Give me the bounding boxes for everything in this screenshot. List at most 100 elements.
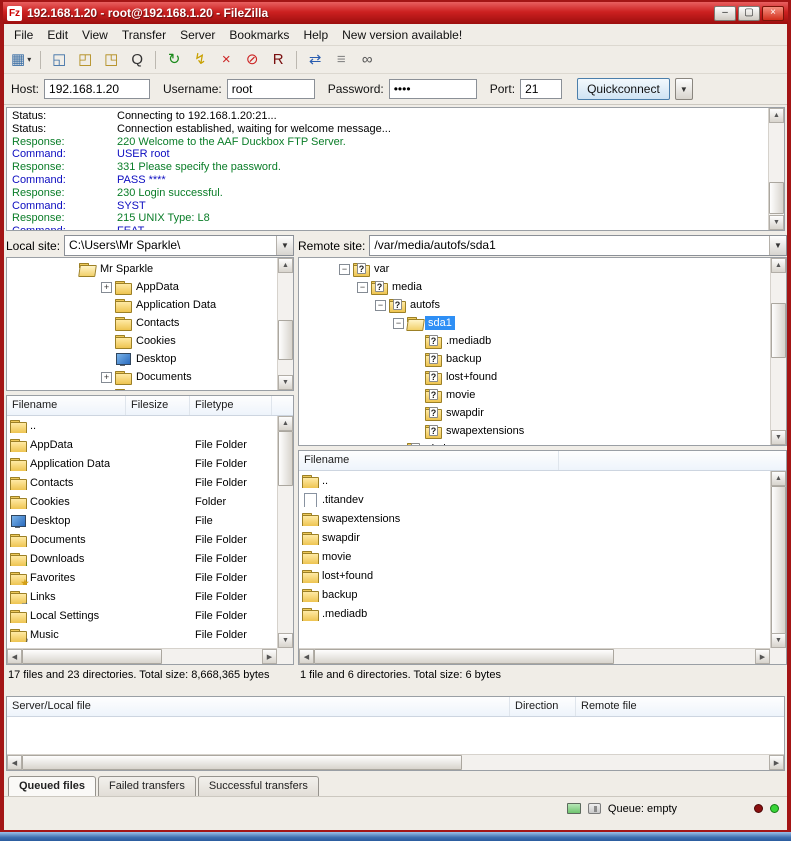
- menu-bookmarks[interactable]: Bookmarks: [222, 26, 296, 44]
- transfer-queue[interactable]: Server/Local fileDirectionRemote file ◀▶: [6, 696, 785, 771]
- scroll-left-button[interactable]: ◀: [299, 649, 314, 664]
- file-row-mediadb[interactable]: .mediadb: [299, 604, 770, 623]
- find-files-button[interactable]: ∞: [355, 49, 379, 71]
- toggle-message-log-button[interactable]: ◱: [47, 49, 71, 71]
- tree-item-lost-found[interactable]: ?lost+found: [299, 368, 786, 386]
- quickconnect-dropdown-button[interactable]: ▼: [675, 78, 693, 100]
- synchronized-browsing-button[interactable]: ≡: [329, 49, 353, 71]
- file-row-[interactable]: ..: [299, 471, 770, 490]
- close-button[interactable]: ×: [762, 6, 784, 21]
- column-header-remote-file[interactable]: Remote file: [576, 697, 784, 716]
- file-row-music[interactable]: ♪MusicFile Folder: [7, 625, 277, 644]
- minimize-button[interactable]: –: [714, 6, 736, 21]
- tree-item-swapdir[interactable]: ?swapdir: [299, 404, 786, 422]
- maximize-button[interactable]: ▢: [738, 6, 760, 21]
- file-row-local-settings[interactable]: Local SettingsFile Folder: [7, 606, 277, 625]
- menu-new-version-available[interactable]: New version available!: [335, 26, 469, 44]
- expand-icon[interactable]: +: [101, 282, 112, 293]
- password-input[interactable]: [389, 79, 477, 99]
- username-input[interactable]: [227, 79, 315, 99]
- scroll-down-button[interactable]: ▼: [278, 375, 293, 390]
- menu-transfer[interactable]: Transfer: [115, 26, 173, 44]
- vertical-scrollbar[interactable]: ▲▼: [277, 258, 293, 390]
- expand-icon[interactable]: +: [101, 390, 112, 392]
- toggle-queue-button[interactable]: Q: [125, 49, 149, 71]
- network-status-icon[interactable]: [567, 803, 581, 814]
- vertical-scrollbar[interactable]: ▲▼: [770, 471, 786, 648]
- file-row-swapdir[interactable]: swapdir: [299, 528, 770, 547]
- tree-item-mediadb[interactable]: ?.mediadb: [299, 332, 786, 350]
- file-row-swapextensions[interactable]: swapextensions: [299, 509, 770, 528]
- file-row-links[interactable]: →LinksFile Folder: [7, 587, 277, 606]
- remote-site-combo[interactable]: /var/media/autofs/sda1 ▼: [369, 235, 787, 256]
- tree-item-swapextensions[interactable]: ?swapextensions: [299, 422, 786, 440]
- process-queue-button[interactable]: ↯: [188, 49, 212, 71]
- scroll-up-button[interactable]: ▲: [278, 258, 293, 273]
- speed-limits-icon[interactable]: [588, 803, 601, 814]
- column-header-filesize[interactable]: Filesize: [126, 396, 190, 415]
- scroll-left-button[interactable]: ◀: [7, 649, 22, 664]
- toggle-remote-tree-button[interactable]: ◳: [99, 49, 123, 71]
- tree-item-movie[interactable]: ?movie: [299, 386, 786, 404]
- expand-icon[interactable]: +: [101, 372, 112, 383]
- local-tree[interactable]: Mr Sparkle+AppDataApplication DataContac…: [6, 257, 294, 391]
- quickconnect-button[interactable]: Quickconnect: [577, 78, 670, 100]
- tree-item-application-data[interactable]: Application Data: [7, 296, 293, 314]
- scroll-up-button[interactable]: ▲: [771, 471, 786, 486]
- scroll-right-button[interactable]: ▶: [755, 649, 770, 664]
- tree-item-desktop[interactable]: Desktop: [7, 350, 293, 368]
- scroll-down-button[interactable]: ▼: [278, 633, 293, 648]
- directory-comparison-button[interactable]: ⇄: [303, 49, 327, 71]
- local-file-list[interactable]: FilenameFilesizeFiletype ..AppDataFile F…: [6, 395, 294, 665]
- scroll-down-button[interactable]: ▼: [769, 215, 784, 230]
- vertical-scrollbar[interactable]: ▲▼: [768, 108, 784, 230]
- tree-item-media[interactable]: −?media: [299, 278, 786, 296]
- refresh-button[interactable]: ↻: [162, 49, 186, 71]
- horizontal-scrollbar[interactable]: ◀▶: [299, 648, 770, 664]
- file-row-documents[interactable]: DocumentsFile Folder: [7, 530, 277, 549]
- file-row-downloads[interactable]: ↓DownloadsFile Folder: [7, 549, 277, 568]
- file-row-movie[interactable]: movie: [299, 547, 770, 566]
- tree-item-contacts[interactable]: Contacts: [7, 314, 293, 332]
- collapse-icon[interactable]: −: [375, 300, 386, 311]
- site-manager-button[interactable]: ▦▾: [8, 49, 34, 71]
- scrollbar-thumb[interactable]: [278, 431, 293, 486]
- scrollbar-thumb[interactable]: [771, 303, 786, 358]
- horizontal-scrollbar[interactable]: ◀▶: [7, 648, 277, 664]
- scroll-right-button[interactable]: ▶: [262, 649, 277, 664]
- collapse-icon[interactable]: −: [393, 318, 404, 329]
- scrollbar-thumb[interactable]: [769, 182, 784, 214]
- file-row-contacts[interactable]: ContactsFile Folder: [7, 473, 277, 492]
- tree-item-dvd[interactable]: ?dvd: [299, 440, 786, 446]
- horizontal-scrollbar[interactable]: ◀▶: [7, 754, 784, 770]
- reconnect-button[interactable]: R: [266, 49, 290, 71]
- column-header-filename[interactable]: Filename: [7, 396, 126, 415]
- scrollbar-thumb[interactable]: [278, 320, 293, 360]
- toggle-local-tree-button[interactable]: ◰: [73, 49, 97, 71]
- menu-help[interactable]: Help: [296, 26, 335, 44]
- file-row-backup[interactable]: backup: [299, 585, 770, 604]
- scrollbar-thumb[interactable]: [22, 649, 162, 664]
- remote-tree[interactable]: −?var−?media−?autofs−sda1?.mediadb?backu…: [298, 257, 787, 446]
- file-row-appdata[interactable]: AppDataFile Folder: [7, 435, 277, 454]
- scroll-up-button[interactable]: ▲: [278, 416, 293, 431]
- vertical-scrollbar[interactable]: ▲▼: [277, 416, 293, 648]
- scroll-up-button[interactable]: ▲: [771, 258, 786, 273]
- scroll-up-button[interactable]: ▲: [769, 108, 784, 123]
- column-header-server-local-file[interactable]: Server/Local file: [7, 697, 510, 716]
- local-site-combo[interactable]: C:\Users\Mr Sparkle\ ▼: [64, 235, 294, 256]
- menu-server[interactable]: Server: [173, 26, 222, 44]
- combo-dropdown-icon[interactable]: ▼: [276, 236, 293, 255]
- combo-dropdown-icon[interactable]: ▼: [769, 236, 786, 255]
- host-input[interactable]: [44, 79, 150, 99]
- file-row-cookies[interactable]: CookiesFolder: [7, 492, 277, 511]
- tab-successful-transfers[interactable]: Successful transfers: [198, 776, 319, 796]
- file-row-desktop[interactable]: DesktopFile: [7, 511, 277, 530]
- tree-item-documents[interactable]: +Documents: [7, 368, 293, 386]
- vertical-scrollbar[interactable]: ▲▼: [770, 258, 786, 445]
- menu-view[interactable]: View: [75, 26, 115, 44]
- tree-item-var[interactable]: −?var: [299, 260, 786, 278]
- file-row-favorites[interactable]: ★FavoritesFile Folder: [7, 568, 277, 587]
- file-row-[interactable]: ..: [7, 416, 277, 435]
- column-header-filetype[interactable]: Filetype: [190, 396, 272, 415]
